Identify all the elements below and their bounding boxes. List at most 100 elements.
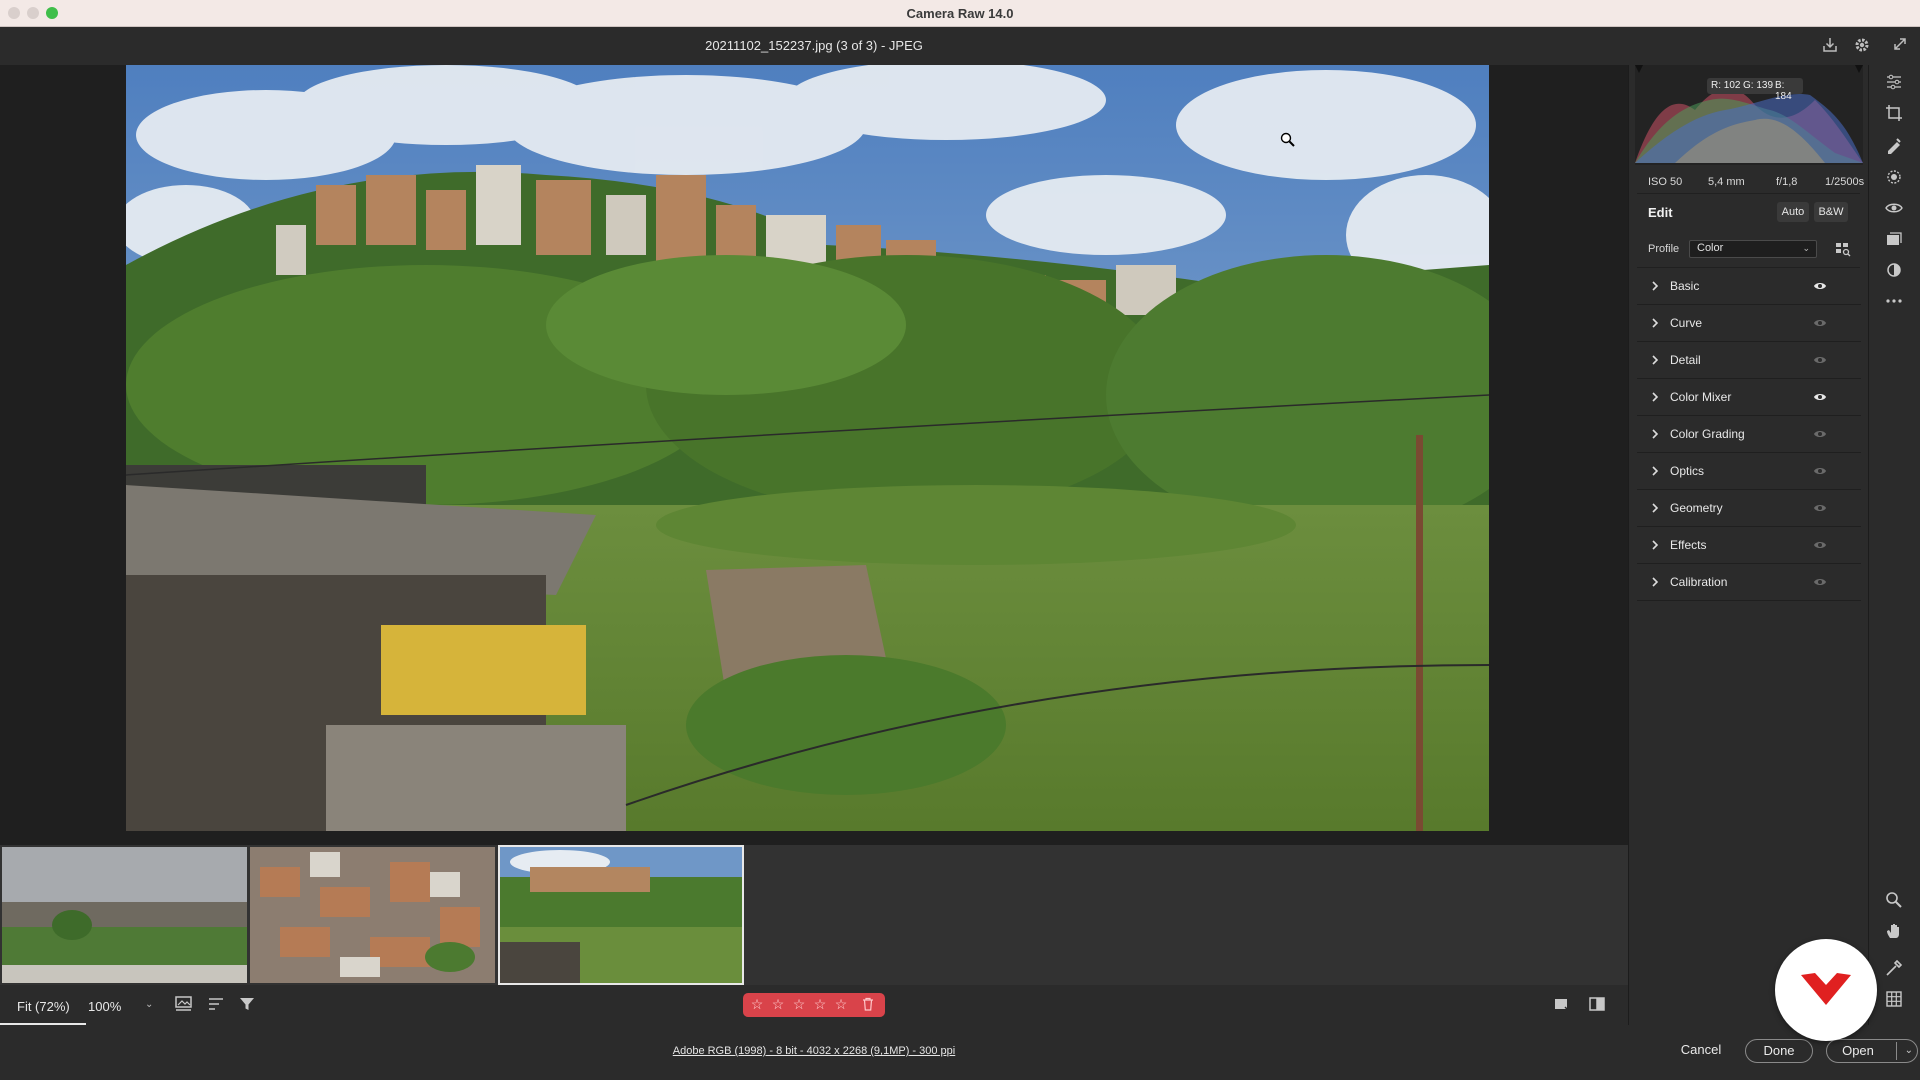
- sort-icon[interactable]: [207, 995, 229, 1015]
- profile-select[interactable]: Color ⌄: [1689, 240, 1817, 258]
- star-rating[interactable]: ☆ ☆ ☆ ☆ ☆: [743, 993, 885, 1017]
- section-label: Effects: [1670, 538, 1707, 552]
- brand-logo-badge: [1775, 939, 1877, 1041]
- star-icon[interactable]: ☆: [749, 996, 765, 1013]
- section-basic[interactable]: Basic: [1637, 268, 1861, 305]
- section-curve[interactable]: Curve: [1637, 305, 1861, 342]
- section-optics[interactable]: Optics: [1637, 453, 1861, 490]
- section-effects[interactable]: Effects: [1637, 527, 1861, 564]
- eye-icon[interactable]: [1813, 429, 1827, 439]
- zoom-cursor-icon: [1280, 132, 1296, 148]
- section-calibration[interactable]: Calibration: [1637, 564, 1861, 601]
- zoom-fit-button[interactable]: Fit (72%): [0, 985, 86, 1025]
- histogram: R: 102 G: 139 B: 184: [1635, 65, 1863, 165]
- red-value: R: 102: [1711, 80, 1741, 91]
- chevron-right-icon: [1652, 503, 1659, 513]
- section-label: Curve: [1670, 316, 1703, 330]
- open-button[interactable]: Open ⌄: [1826, 1039, 1918, 1063]
- filmstrip-thumbnail-selected[interactable]: [498, 845, 744, 985]
- main-photo[interactable]: [126, 65, 1489, 831]
- green-value: G: 139: [1743, 80, 1774, 91]
- edit-panel: R: 102 G: 139 B: 184 ISO 50 5,4 mm f/1,8…: [1628, 65, 1868, 1025]
- zoom-dropdown-icon[interactable]: ⌄: [145, 999, 153, 1010]
- chevron-right-icon: [1652, 577, 1659, 587]
- star-icon[interactable]: ☆: [770, 996, 786, 1013]
- eye-icon[interactable]: [1813, 318, 1827, 328]
- bw-button[interactable]: B&W: [1814, 202, 1848, 222]
- filter-icon[interactable]: [238, 995, 260, 1015]
- window-titlebar: Camera Raw 14.0: [0, 0, 1920, 27]
- chevron-right-icon: [1652, 392, 1659, 402]
- section-color-mixer[interactable]: Color Mixer: [1637, 379, 1861, 416]
- eye-icon[interactable]: [1813, 466, 1827, 476]
- chevron-right-icon: [1652, 466, 1659, 476]
- before-after-icon[interactable]: [1588, 995, 1610, 1015]
- zoom-tool-icon[interactable]: [1884, 890, 1904, 910]
- section-label: Optics: [1670, 464, 1705, 478]
- red-eye-icon[interactable]: [1884, 198, 1904, 218]
- masking-icon[interactable]: [1884, 167, 1904, 187]
- presets-icon[interactable]: [1884, 260, 1904, 280]
- filmstrip-view-icon[interactable]: [174, 995, 196, 1015]
- cancel-button[interactable]: Cancel: [1667, 1039, 1735, 1063]
- workflow-options-link[interactable]: Adobe RGB (1998) - 8 bit - 4032 x 2268 (…: [0, 1045, 1628, 1057]
- image-canvas[interactable]: [0, 65, 1628, 845]
- rgb-readout: R: 102 G: 139 B: 184: [1707, 78, 1803, 102]
- status-bar: Adobe RGB (1998) - 8 bit - 4032 x 2268 (…: [0, 1025, 1920, 1080]
- chevron-right-icon: [1652, 355, 1659, 365]
- section-label: Detail: [1670, 353, 1701, 367]
- open-button-label: Open: [1842, 1043, 1874, 1058]
- crop-icon[interactable]: [1884, 103, 1904, 123]
- filmstrip-thumbnail[interactable]: [2, 847, 247, 983]
- edit-sliders-icon[interactable]: [1884, 72, 1904, 92]
- filmstrip: [0, 845, 1628, 985]
- section-label: Calibration: [1670, 575, 1728, 589]
- star-icon[interactable]: ☆: [833, 996, 849, 1013]
- section-label: Color Mixer: [1670, 390, 1732, 404]
- edit-title: Edit: [1648, 205, 1673, 220]
- section-label: Geometry: [1670, 501, 1723, 515]
- healing-brush-icon[interactable]: [1884, 135, 1904, 155]
- bottom-toolbar: Fit (72%) 100% ⌄ ☆ ☆ ☆ ☆ ☆: [0, 985, 1628, 1025]
- more-options-icon[interactable]: [1884, 291, 1904, 311]
- chevron-right-icon: [1652, 429, 1659, 439]
- chevron-right-icon: [1652, 540, 1659, 550]
- tool-strip: [1868, 65, 1920, 1025]
- filmstrip-thumbnail[interactable]: [250, 847, 495, 983]
- open-options-chevron-icon[interactable]: ⌄: [1905, 1040, 1913, 1062]
- single-view-icon[interactable]: [1552, 995, 1574, 1015]
- file-title: 20211102_152237.jpg (3 of 3) - JPEG: [705, 38, 923, 53]
- exif-iso: ISO 50: [1648, 176, 1683, 188]
- app-title: Camera Raw 14.0: [906, 6, 1014, 21]
- color-sampler-icon[interactable]: [1884, 958, 1904, 978]
- exif-focal-length: 5,4 mm: [1708, 176, 1745, 188]
- eye-icon[interactable]: [1813, 540, 1827, 550]
- section-color-grading[interactable]: Color Grading: [1637, 416, 1861, 453]
- exif-shutter: 1/2500s: [1825, 176, 1865, 188]
- hand-tool-icon[interactable]: [1884, 921, 1904, 941]
- done-button[interactable]: Done: [1745, 1039, 1813, 1063]
- grid-overlay-icon[interactable]: [1884, 989, 1904, 1009]
- snapshots-icon[interactable]: [1884, 229, 1904, 249]
- chevron-down-icon: ⌄: [1802, 243, 1810, 253]
- profile-label: Profile: [1648, 243, 1680, 255]
- section-detail[interactable]: Detail: [1637, 342, 1861, 379]
- trash-icon[interactable]: [861, 997, 875, 1013]
- eye-icon[interactable]: [1813, 503, 1827, 513]
- star-icon[interactable]: ☆: [791, 996, 807, 1013]
- zoom-100-button[interactable]: 100%: [88, 999, 121, 1014]
- section-label: Color Grading: [1670, 427, 1745, 441]
- profile-browser-icon[interactable]: [1835, 241, 1851, 257]
- divider: [1637, 193, 1860, 194]
- fullscreen-icon[interactable]: [1890, 36, 1910, 56]
- auto-button[interactable]: Auto: [1777, 202, 1809, 222]
- eye-icon[interactable]: [1813, 355, 1827, 365]
- eye-icon[interactable]: [1813, 577, 1827, 587]
- eye-icon[interactable]: [1813, 392, 1827, 402]
- gear-icon[interactable]: [1852, 36, 1872, 56]
- eye-icon[interactable]: [1813, 281, 1827, 291]
- section-geometry[interactable]: Geometry: [1637, 490, 1861, 527]
- star-icon[interactable]: ☆: [812, 996, 828, 1013]
- open-button-divider: [1896, 1042, 1897, 1060]
- save-icon[interactable]: [1820, 36, 1840, 56]
